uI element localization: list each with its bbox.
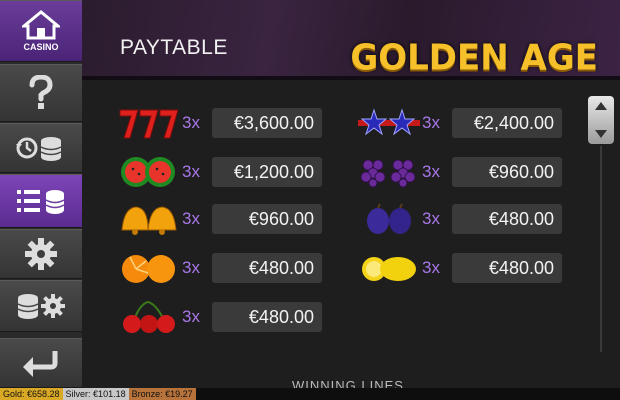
payout-amount: €480.00 xyxy=(212,302,322,332)
paytable-row-sevens: 3x €3,600.00 xyxy=(118,106,322,140)
multiplier: 3x xyxy=(422,113,440,132)
multiplier: 3x xyxy=(422,258,440,277)
paytable-row-cherries: 3x €480.00 xyxy=(118,300,322,334)
cherries-icon xyxy=(118,300,180,334)
multiplier: 3x xyxy=(182,113,200,132)
paytable-row-grapes: 3x €960.00 xyxy=(358,155,562,189)
silver-jackpot: Silver: €101.18 xyxy=(62,388,129,400)
back-button[interactable] xyxy=(0,338,82,388)
gear-icon xyxy=(25,238,57,270)
paytable-row-bells: 3x €960.00 xyxy=(118,202,322,236)
paytable-row-oranges: 3x €480.00 xyxy=(118,253,322,283)
back-arrow-icon xyxy=(23,351,58,377)
help-button[interactable] xyxy=(0,64,82,122)
plums-icon xyxy=(358,202,420,236)
payout-amount: €3,600.00 xyxy=(212,108,322,138)
watermelon-icon xyxy=(118,155,180,189)
bronze-jackpot: Bronze: €19.27 xyxy=(128,388,196,400)
payout-amount: €2,400.00 xyxy=(452,108,562,138)
paytable-icon xyxy=(17,190,65,214)
page-title: PAYTABLE xyxy=(120,36,228,59)
multiplier: 3x xyxy=(422,209,440,228)
home-icon xyxy=(22,10,60,40)
paytable-row-plums: 3x €480.00 xyxy=(358,202,562,236)
history-icon xyxy=(16,137,62,161)
payout-amount: €480.00 xyxy=(212,253,322,283)
gold-jackpot: Gold: €658.28 xyxy=(0,388,63,400)
payout-amount: €480.00 xyxy=(452,204,562,234)
paytable-row-lemons: 3x €480.00 xyxy=(358,253,562,283)
scroll-buttons[interactable] xyxy=(588,96,614,144)
casino-button[interactable]: CASINO xyxy=(0,0,82,62)
payout-amount: €960.00 xyxy=(452,157,562,187)
paytable-row-watermelon: 3x €1,200.00 xyxy=(118,157,322,187)
oranges-icon xyxy=(118,251,180,285)
payout-amount: €960.00 xyxy=(212,204,322,234)
history-button[interactable] xyxy=(0,123,82,173)
payout-amount: €480.00 xyxy=(452,253,562,283)
multiplier: 3x xyxy=(422,162,440,181)
multiplier: 3x xyxy=(182,307,200,326)
paytable-button[interactable] xyxy=(0,174,94,228)
sidebar: CASINO xyxy=(0,0,94,388)
grapes-icon xyxy=(358,155,420,189)
casino-label: CASINO xyxy=(23,42,59,52)
paytable-row-stars: 3x €2,400.00 xyxy=(358,108,562,138)
scroll-up-icon[interactable] xyxy=(595,102,607,110)
payout-amount: €1,200.00 xyxy=(212,157,322,187)
coins-gear-icon xyxy=(17,294,65,319)
question-icon xyxy=(29,75,53,109)
sevens-icon xyxy=(118,106,180,140)
multiplier: 3x xyxy=(182,209,200,228)
jackpot-bar: Gold: €658.28 Silver: €101.18 Bronze: €1… xyxy=(0,388,620,400)
settings-button[interactable] xyxy=(0,229,82,279)
scroll-down-icon[interactable] xyxy=(595,130,607,138)
lemons-icon xyxy=(358,251,420,285)
bet-settings-button[interactable] xyxy=(0,280,82,332)
header: PAYTABLE GOLDEN AGE xyxy=(82,0,620,80)
stars-icon xyxy=(358,106,420,140)
multiplier: 3x xyxy=(182,162,200,181)
game-logo: GOLDEN AGE xyxy=(350,37,598,79)
scrollbar-track[interactable] xyxy=(600,146,602,352)
bells-icon xyxy=(118,202,180,236)
multiplier: 3x xyxy=(182,258,200,277)
paytable-content: 3x €3,600.00 3x €1,200.00 3x €960.00 3x … xyxy=(82,80,620,388)
winning-lines-heading: WINNING LINES xyxy=(292,378,404,388)
